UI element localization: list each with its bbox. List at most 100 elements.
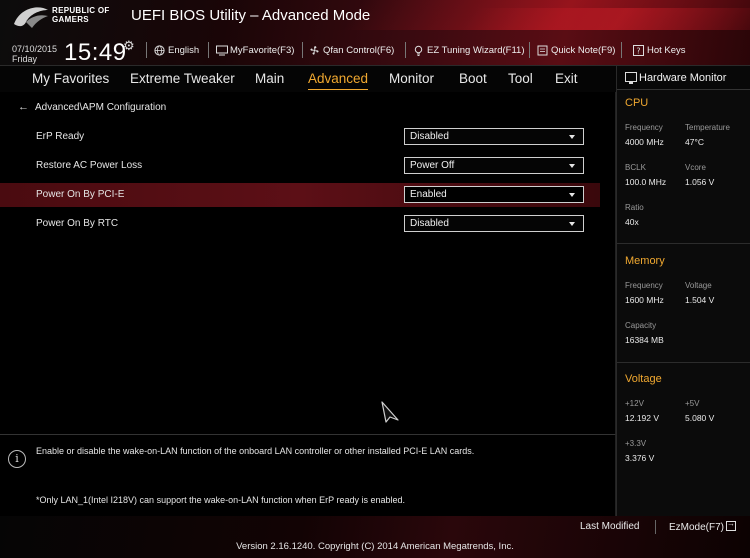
brand-line-1: REPUBLIC OF [52, 6, 110, 15]
setting-row-erp-ready[interactable]: ErP Ready Disabled [0, 125, 600, 149]
chevron-down-icon [569, 164, 575, 168]
breadcrumb-path: Advanced\APM Configuration [35, 101, 167, 113]
version-text: Version 2.16.1240. Copyright (C) 2014 Am… [236, 541, 514, 552]
back-arrow-icon[interactable]: ← [18, 101, 29, 113]
divider [655, 520, 656, 534]
voltage-heading: Voltage [625, 373, 662, 385]
tab-exit[interactable]: Exit [555, 71, 578, 86]
cpu-vcore-label: Vcore [685, 163, 706, 172]
day-text: Friday [12, 54, 38, 64]
title-bar: REPUBLIC OF GAMERS UEFI BIOS Utility – A… [0, 0, 750, 66]
dropdown-value: Disabled [410, 218, 449, 229]
tab-advanced[interactable]: Advanced [308, 71, 369, 90]
tab-main[interactable]: Main [255, 71, 284, 86]
chevron-down-icon [569, 193, 575, 197]
power-on-by-rtc-dropdown[interactable]: Disabled [404, 215, 584, 232]
my-favorite-button[interactable]: MyFavorite(F3) [216, 45, 294, 56]
language-button[interactable]: English [154, 45, 199, 56]
cpu-heading: CPU [625, 97, 649, 109]
setting-label: Restore AC Power Loss [36, 160, 143, 171]
chevron-down-icon [569, 222, 575, 226]
qfan-label: Qfan Control(F6) [323, 45, 395, 56]
my-favorite-label: MyFavorite(F3) [230, 45, 295, 56]
main-tab-bar: My Favorites Extreme Tweaker Main Advanc… [0, 66, 616, 92]
quick-note-label: Quick Note(F9) [551, 45, 616, 56]
help-description: Enable or disable the wake-on-LAN functi… [36, 446, 475, 456]
ez-mode-label: EzMode(F7) [669, 522, 725, 533]
voltage-5v-value: 5.080 V [685, 413, 715, 423]
app-title: UEFI BIOS Utility – Advanced Mode [131, 7, 371, 24]
chevron-down-icon [569, 135, 575, 139]
memory-frequency-value: 1600 MHz [625, 295, 664, 305]
voltage-3v3-value: 3.376 V [625, 453, 655, 463]
exit-arrow-icon [726, 519, 737, 531]
svg-text:?: ? [636, 47, 640, 56]
tab-tool[interactable]: Tool [508, 71, 533, 86]
clock-settings-gear-icon[interactable]: ⚙ [123, 38, 135, 54]
clock: 15:49 [64, 39, 127, 66]
date-text: 07/10/2015 [12, 44, 58, 54]
cpu-temperature-value: 47°C [685, 137, 704, 147]
divider [208, 42, 209, 58]
setting-row-restore-ac-power-loss[interactable]: Restore AC Power Loss Power Off [0, 154, 600, 178]
ez-tuning-label: EZ Tuning Wizard(F11) [427, 45, 525, 56]
help-note: *Only LAN_1(Intel I218V) can support the… [36, 495, 406, 505]
hardware-monitor-panel: Hardware Monitor CPU Frequency Temperatu… [616, 66, 750, 516]
last-modified-button[interactable]: Last Modified [580, 521, 639, 532]
voltage-5v-label: +5V [685, 399, 700, 408]
divider [146, 42, 147, 58]
cpu-bclk-label: BCLK [625, 163, 646, 172]
cpu-ratio-value: 40x [625, 217, 639, 227]
memory-frequency-label: Frequency [625, 281, 663, 290]
power-on-by-pci-e-dropdown[interactable]: Enabled [404, 186, 584, 203]
tab-boot[interactable]: Boot [459, 71, 487, 86]
divider [529, 42, 530, 58]
setting-label: Power On By RTC [36, 218, 119, 229]
brand-line-2: GAMERS [52, 15, 89, 24]
cpu-frequency-label: Frequency [625, 123, 663, 132]
header-decoration [462, 8, 750, 30]
restore-ac-power-loss-dropdown[interactable]: Power Off [404, 157, 584, 174]
setting-row-power-on-by-rtc[interactable]: Power On By RTC Disabled [0, 212, 600, 236]
help-panel: i Enable or disable the wake-on-LAN func… [0, 434, 616, 516]
cpu-temperature-label: Temperature [685, 123, 730, 132]
qfan-control-button[interactable]: Qfan Control(F6) [309, 45, 394, 56]
dropdown-value: Disabled [410, 131, 449, 142]
info-bar: 07/10/2015 Friday 15:49 ⚙ English MyFavo… [0, 36, 750, 66]
setting-label: ErP Ready [36, 131, 85, 142]
ez-tuning-wizard-button[interactable]: EZ Tuning Wizard(F11) [413, 45, 525, 56]
hot-keys-label: Hot Keys [647, 45, 686, 56]
brand-text: REPUBLIC OF GAMERS [52, 6, 110, 24]
hardware-monitor-title: Hardware Monitor [639, 72, 727, 84]
dropdown-value: Power Off [410, 160, 455, 171]
settings-panel: ← Advanced\APM Configuration ErP Ready D… [0, 92, 616, 434]
quick-note-button[interactable]: Quick Note(F9) [537, 45, 615, 56]
breadcrumb: ← Advanced\APM Configuration [18, 101, 166, 113]
hot-keys-button[interactable]: ? Hot Keys [633, 45, 686, 56]
divider [405, 42, 406, 58]
divider [621, 42, 622, 58]
date-display: 07/10/2015 Friday [12, 44, 57, 64]
language-label: English [168, 45, 200, 56]
mouse-pointer-icon [381, 401, 399, 423]
cpu-frequency-value: 4000 MHz [625, 137, 664, 147]
tab-monitor[interactable]: Monitor [389, 71, 434, 86]
tab-my-favorites[interactable]: My Favorites [32, 71, 109, 86]
voltage-12v-value: 12.192 V [625, 413, 660, 423]
memory-voltage-value: 1.504 V [685, 295, 715, 305]
info-icon: i [8, 450, 26, 468]
erp-ready-dropdown[interactable]: Disabled [404, 128, 584, 145]
cpu-vcore-value: 1.056 V [685, 177, 715, 187]
tab-extreme-tweaker[interactable]: Extreme Tweaker [130, 71, 235, 86]
monitor-icon [625, 72, 637, 84]
note-icon [537, 45, 548, 56]
cpu-bclk-value: 100.0 MHz [625, 177, 667, 187]
rog-logo-icon [14, 7, 48, 28]
help-question-icon: ? [633, 45, 644, 56]
tuning-bulb-icon [413, 45, 424, 56]
hardware-monitor-header: Hardware Monitor [617, 66, 750, 90]
memory-capacity-label: Capacity [625, 321, 657, 330]
ez-mode-button[interactable]: EzMode(F7) [669, 519, 737, 533]
section-divider [617, 243, 750, 244]
setting-row-power-on-by-pci-e[interactable]: Power On By PCI-E Enabled [0, 183, 600, 207]
